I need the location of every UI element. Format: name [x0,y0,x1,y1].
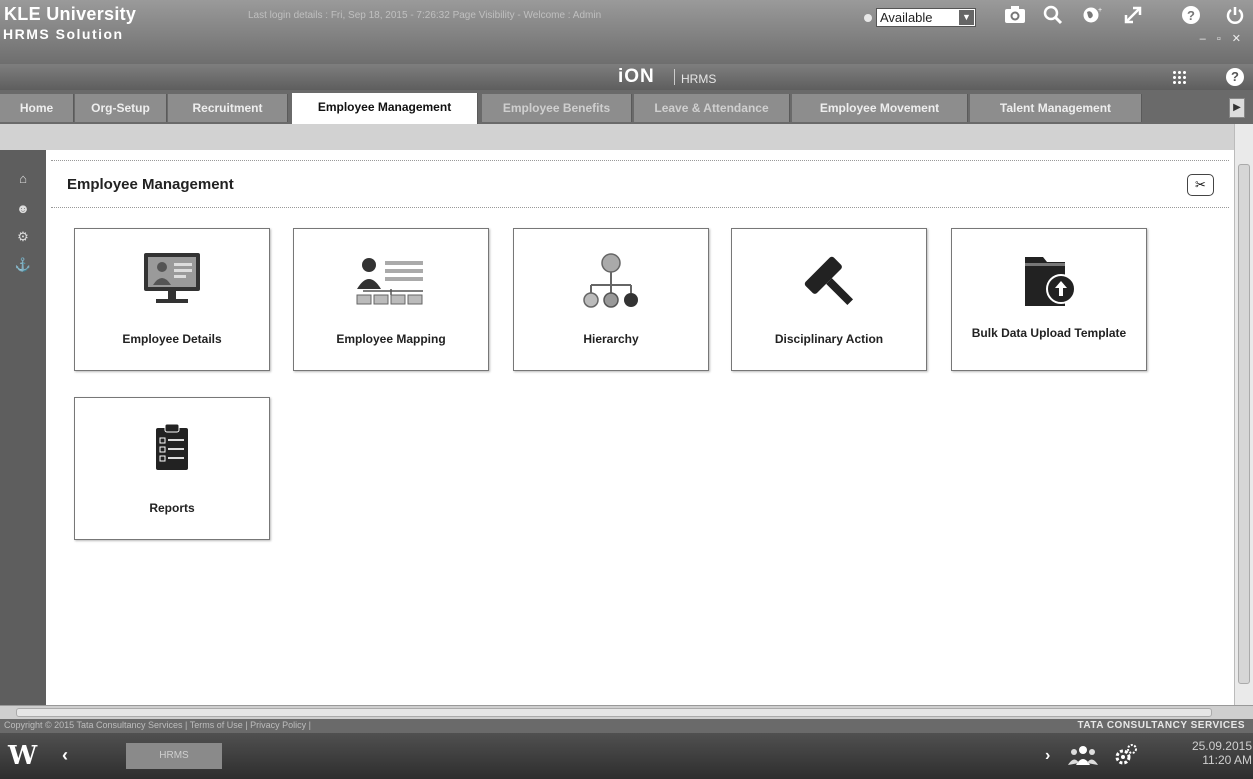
gear-icon[interactable] [1114,743,1138,767]
tile-bulk-data-upload[interactable]: Bulk Data Upload Template [951,228,1147,371]
tile-employee-details[interactable]: Employee Details [74,228,270,371]
brand-logo: iON [618,66,655,87]
apps-grid-icon[interactable] [1172,70,1188,84]
search-icon[interactable] [1040,5,1066,31]
vertical-scrollbar[interactable] [1234,124,1253,705]
camera-icon[interactable] [1002,5,1028,31]
gavel-icon [797,251,861,316]
svg-text:?: ? [1187,8,1195,23]
rail-home-icon[interactable]: ⌂ [14,170,32,188]
content-toolbar-strip [0,124,1253,150]
vertical-scroll-thumb[interactable] [1238,164,1250,684]
clock-time: 11:20 AM [1202,753,1252,767]
product-name: HRMS [681,72,717,86]
status-indicator [864,14,872,22]
tile-hierarchy[interactable]: Hierarchy [513,228,709,371]
upload-folder-icon [1017,251,1081,316]
tab-leave-attendance[interactable]: Leave & Attendance [634,94,790,122]
horizontal-scrollbar[interactable] [0,705,1253,719]
taskbar-item[interactable]: HRMS [126,743,222,769]
availability-value: Available [880,10,933,25]
tab-talent-management[interactable]: Talent Management [970,94,1142,122]
tile-label: Employee Mapping [336,332,446,346]
tile-employee-mapping[interactable]: Employee Mapping [293,228,489,371]
power-icon[interactable] [1222,5,1248,31]
availability-select[interactable]: Available ▼ [876,8,976,27]
forward-arrow-icon[interactable]: › [1045,747,1050,765]
main-content: Employee Management ✂ Employee Details E… [46,150,1234,705]
rail-tree-icon[interactable]: ⚓ [14,256,32,274]
tab-employee-benefits[interactable]: Employee Benefits [482,94,632,122]
user-mapping-icon [351,251,431,312]
company-name: TATA CONSULTANCY SERVICES [1077,720,1245,731]
brand-bar: iON HRMS ? [0,64,1253,90]
rail-network-icon[interactable]: ⚙ [14,228,32,246]
hierarchy-icon [579,251,643,316]
help-icon[interactable]: ? [1178,5,1204,31]
taskbar: W ‹ HRMS › 25.09.2015 11:20 AM [0,733,1253,779]
copyright-text: Copyright © 2015 Tata Consultancy Servic… [4,720,311,730]
tile-disciplinary-action[interactable]: Disciplinary Action [731,228,927,371]
windows-logo-icon[interactable]: W [8,741,37,771]
section-header: Employee Management ✂ [51,160,1229,208]
last-login-info: Last login details : Fri, Sep 18, 2015 -… [248,10,602,21]
people-icon[interactable] [1068,743,1098,767]
clipboard-report-icon [152,422,192,477]
app-header: KLE University HRMS Solution Last login … [0,0,1253,64]
tile-label: Bulk Data Upload Template [971,326,1127,340]
tab-org-setup[interactable]: Org-Setup [75,94,167,122]
app-title: KLE University [4,4,137,24]
app-subtitle: HRMS Solution [3,26,124,42]
svg-text:+: + [1098,7,1102,14]
tab-home[interactable]: Home [0,94,74,122]
left-rail: ⌂ ☻ ⚙ ⚓ [0,150,46,705]
globe-icon[interactable]: + [1080,5,1106,31]
tile-label: Employee Details [122,332,222,346]
section-title: Employee Management [67,176,234,193]
tab-employee-management[interactable]: Employee Management [292,93,478,124]
tab-employee-movement[interactable]: Employee Movement [792,94,968,122]
back-arrow-icon[interactable]: ‹ [62,745,68,766]
tile-reports[interactable]: Reports [74,397,270,540]
clock-date: 25.09.2015 [1191,739,1252,753]
monitor-user-icon [140,251,204,312]
info-help-icon[interactable]: ? [1226,68,1244,86]
tile-label: Hierarchy [583,332,639,346]
footer: Copyright © 2015 Tata Consultancy Servic… [0,719,1253,733]
tools-button[interactable]: ✂ [1187,174,1214,196]
module-tabs: Home Org-Setup Recruitment Employee Mana… [0,90,1253,124]
expand-icon[interactable] [1120,5,1146,31]
brand-divider [674,69,675,85]
tile-label: Disciplinary Action [774,332,884,346]
tabs-scroll-right-button[interactable]: ▶ [1229,98,1245,118]
rail-users-icon[interactable]: ☻ [14,200,32,218]
tile-label: Reports [149,501,195,515]
clock: 25.09.2015 11:20 AM [1152,739,1252,767]
horizontal-scroll-thumb[interactable] [16,708,1212,717]
tools-icon: ✂ [1195,177,1206,192]
tab-recruitment[interactable]: Recruitment [168,94,288,122]
chevron-down-icon[interactable]: ▼ [959,10,974,25]
window-controls[interactable]: – ▫ ✕ [1200,32,1245,45]
